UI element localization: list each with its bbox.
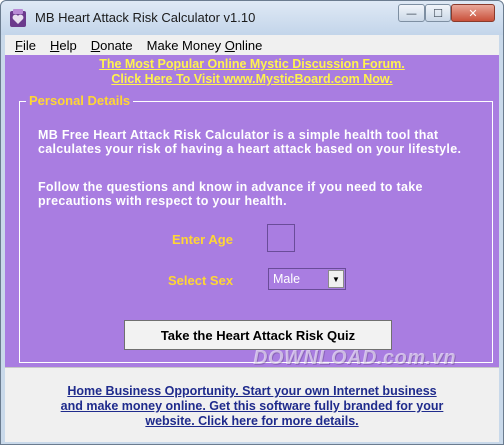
sex-select[interactable]: Male ▼ bbox=[268, 268, 346, 290]
footer-panel: Home Business Opportunity. Start your ow… bbox=[5, 367, 499, 442]
take-quiz-button[interactable]: Take the Heart Attack Risk Quiz bbox=[124, 320, 392, 350]
maximize-button[interactable]: ☐ bbox=[425, 4, 451, 22]
window-title: MB Heart Attack Risk Calculator v1.10 bbox=[35, 10, 256, 25]
menu-bar: File Help Donate Make Money Online bbox=[5, 35, 499, 55]
description-text: MB Free Heart Attack Risk Calculator is … bbox=[38, 128, 462, 156]
app-icon bbox=[10, 9, 26, 27]
close-button[interactable]: ✕ bbox=[451, 4, 495, 22]
mystic-forum-link[interactable]: The Most Popular Online Mystic Discussio… bbox=[5, 57, 499, 87]
business-opportunity-link[interactable]: Home Business Opportunity. Start your ow… bbox=[9, 384, 495, 429]
instructions-text: Follow the questions and know in advance… bbox=[38, 180, 423, 208]
maximize-icon: ☐ bbox=[433, 6, 443, 20]
menu-make-money-online[interactable]: Make Money Online bbox=[147, 38, 263, 53]
close-icon: ✕ bbox=[468, 6, 478, 20]
sex-selected-value: Male bbox=[273, 272, 301, 286]
age-input[interactable] bbox=[267, 224, 295, 252]
chevron-down-icon[interactable]: ▼ bbox=[328, 270, 344, 288]
menu-help[interactable]: Help bbox=[50, 38, 77, 53]
personal-details-legend: Personal Details bbox=[26, 93, 134, 108]
minimize-button[interactable]: — bbox=[398, 4, 425, 22]
minimize-icon: — bbox=[406, 6, 417, 20]
menu-file[interactable]: File bbox=[15, 38, 36, 53]
sex-label: Select Sex bbox=[168, 273, 234, 288]
age-label: Enter Age bbox=[172, 232, 233, 247]
main-panel: The Most Popular Online Mystic Discussio… bbox=[5, 55, 499, 369]
title-bar[interactable]: MB Heart Attack Risk Calculator v1.10 — … bbox=[1, 1, 503, 35]
menu-donate[interactable]: Donate bbox=[91, 38, 133, 53]
personal-details-group: Personal Details MB Free Heart Attack Ri… bbox=[19, 93, 493, 363]
app-window: MB Heart Attack Risk Calculator v1.10 — … bbox=[0, 0, 504, 445]
